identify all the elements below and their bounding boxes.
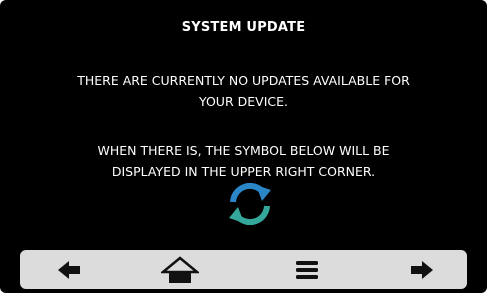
arrow-left-icon [58,260,80,279]
home-button[interactable] [150,250,210,289]
bottom-nav-bar [20,250,467,289]
page-title: SYSTEM UPDATE [181,20,306,35]
menu-icon [296,260,318,279]
arrow-right-icon [411,260,433,279]
menu-button[interactable] [277,250,337,289]
sync-icon [221,178,279,230]
message-line: YOUR DEVICE. [199,94,288,109]
message-line: THERE ARE CURRENTLY NO UPDATES AVAILABLE… [77,73,410,88]
message-line: WHEN THERE IS, THE SYMBOL BELOW WILL BE [97,143,390,158]
update-screen: SYSTEM UPDATE THERE ARE CURRENTLY NO UPD… [0,0,487,293]
device-frame: SYSTEM UPDATE THERE ARE CURRENTLY NO UPD… [0,0,487,293]
next-button[interactable] [391,250,451,289]
back-button[interactable] [40,250,100,289]
home-icon [161,255,199,283]
no-updates-message: THERE ARE CURRENTLY NO UPDATES AVAILABLE… [40,70,447,112]
symbol-info-message: WHEN THERE IS, THE SYMBOL BELOW WILL BE … [40,140,447,182]
